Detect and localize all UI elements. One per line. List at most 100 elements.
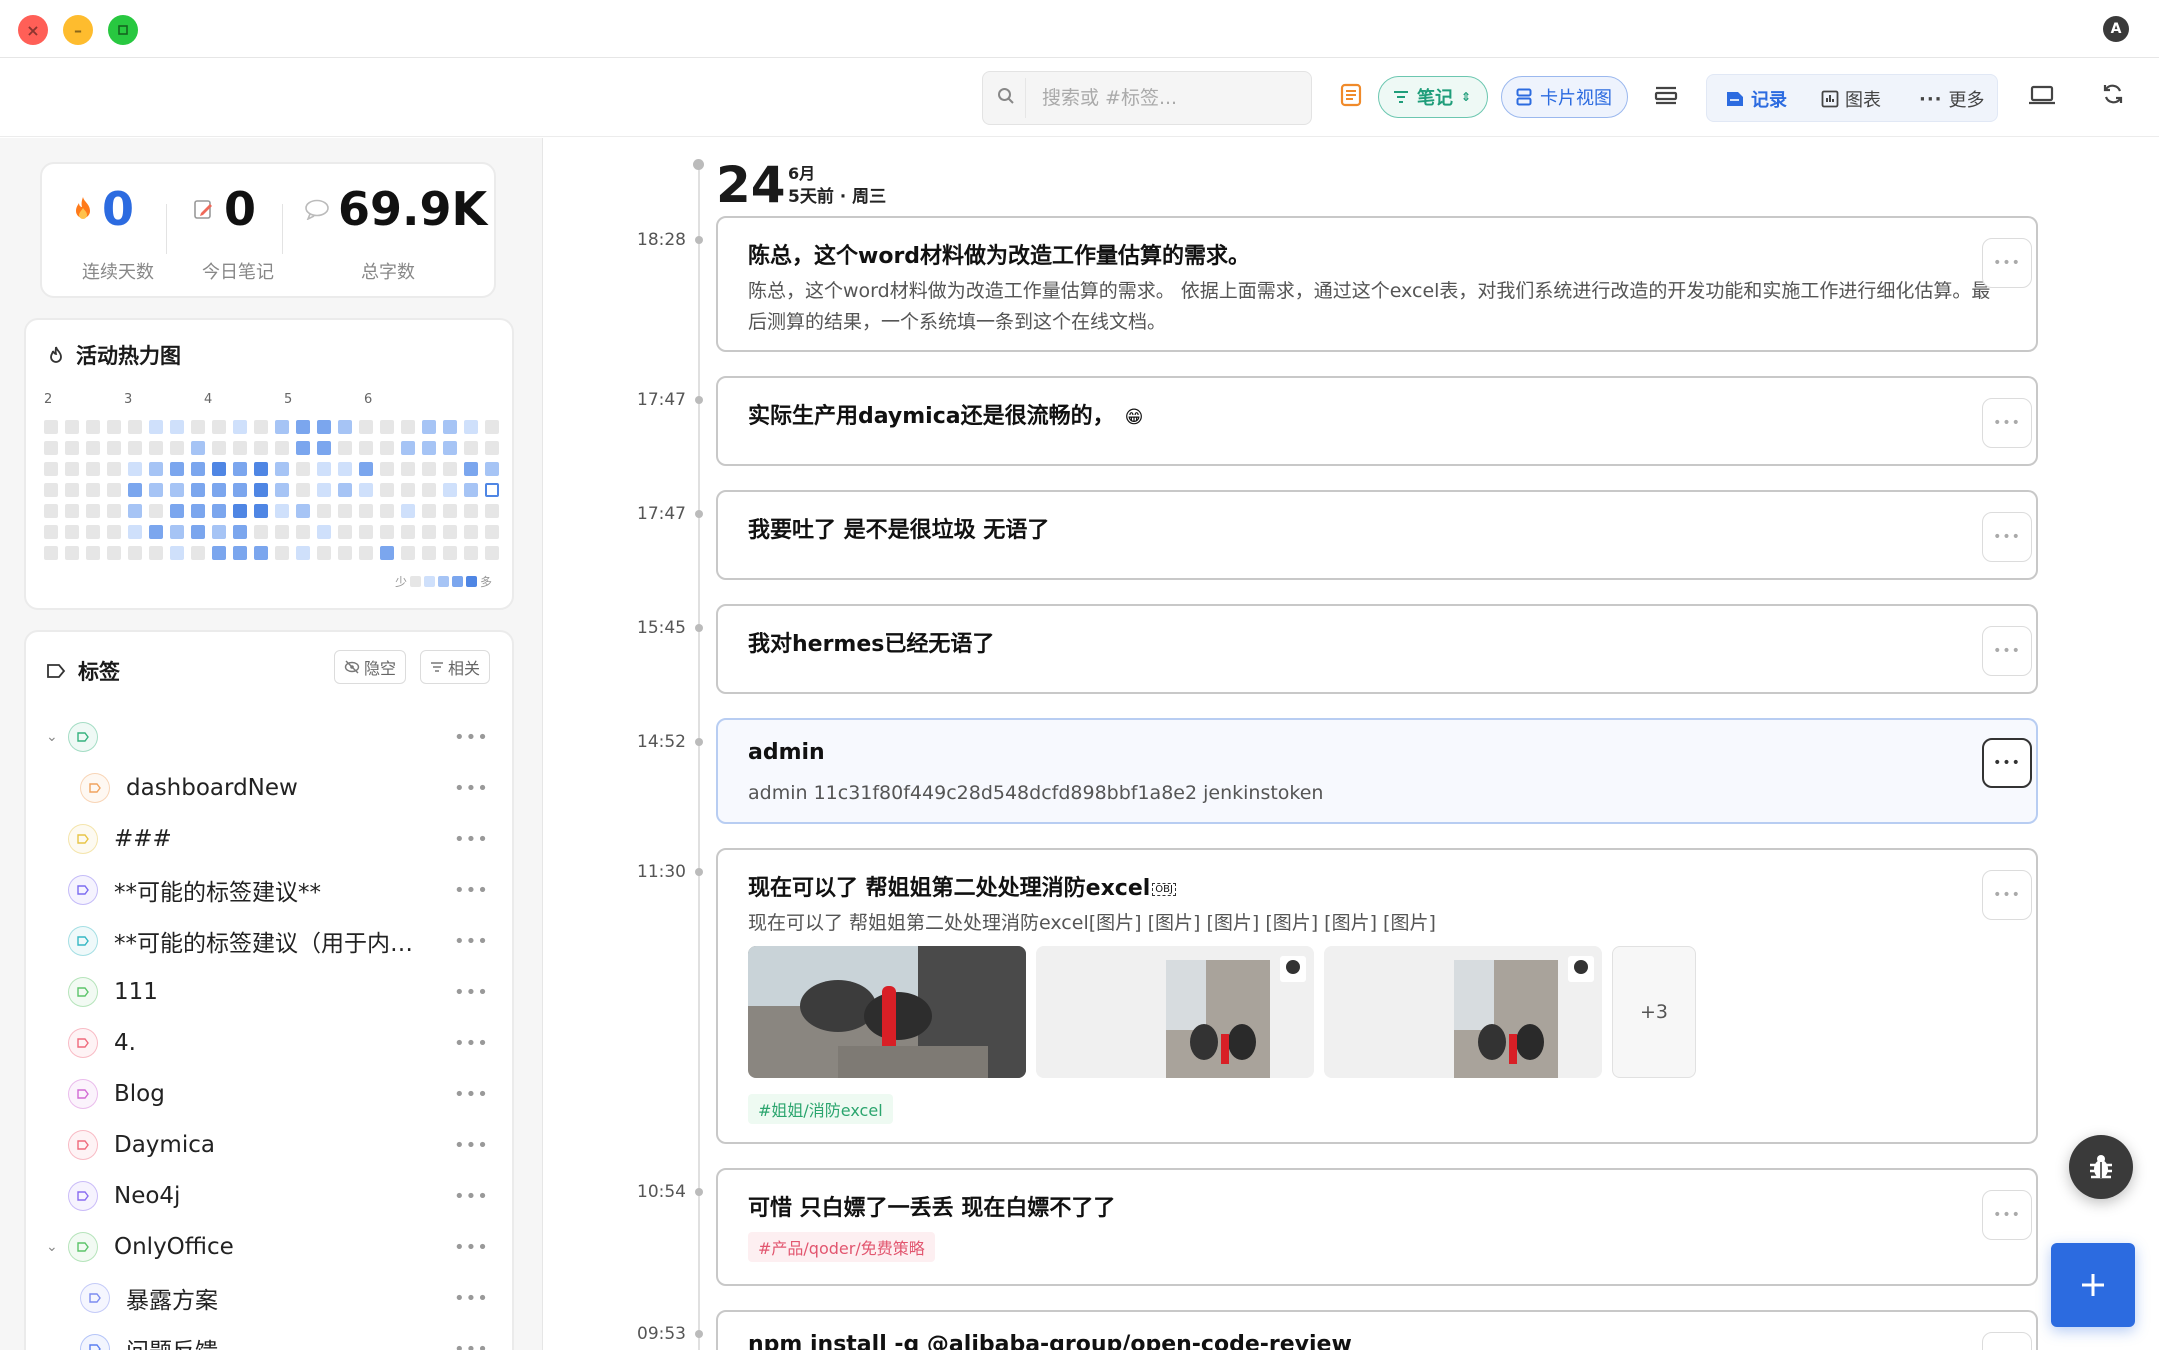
view-charts-tab[interactable]: 图表 [1821,75,1881,123]
heatmap-cell[interactable] [317,525,331,539]
note-more-button[interactable]: ••• [1982,870,2032,920]
heatmap-cell[interactable] [86,462,100,476]
heatmap-cell[interactable] [464,441,478,455]
heatmap-cell[interactable] [359,420,373,434]
heatmap-cell[interactable] [191,441,205,455]
heatmap-cell[interactable] [401,525,415,539]
tag-more-icon[interactable]: ••• [454,778,489,799]
tag-item[interactable]: **可能的标签建议** ••• [46,867,488,913]
heatmap-cell[interactable] [233,483,247,497]
heatmap-cell[interactable] [191,504,205,518]
note-more-button[interactable]: ••• [1982,1190,2032,1240]
tag-item[interactable]: 4. ••• [46,1020,488,1066]
heatmap-cell[interactable] [401,462,415,476]
note-more-button[interactable]: ••• [1982,626,2032,676]
minimize-window-button[interactable]: – [63,15,93,45]
note-card[interactable]: 现在可以了 帮姐姐第二处处理消防excel OBJ 现在可以了 帮姐姐第二处处理消防… [716,848,2038,1144]
heatmap-cell[interactable] [443,546,457,560]
tag-item[interactable]: **可能的标签建议（用于内… ••• [46,918,489,964]
heatmap-cell[interactable] [191,483,205,497]
heatmap-cell[interactable] [44,525,58,539]
heatmap-cell[interactable] [338,525,352,539]
heatmap-cell[interactable] [464,462,478,476]
heatmap-cell[interactable] [443,504,457,518]
note-card[interactable]: 可惜 只白嫖了一丢丢 现在白嫖不了了 #产品/qoder/免费策略 ••• [716,1168,2038,1286]
heatmap-cell[interactable] [443,441,457,455]
heatmap-cell[interactable] [443,462,457,476]
chevron-down-icon[interactable]: ⌄ [46,729,58,745]
heatmap-cell[interactable] [128,504,142,518]
heatmap-cell[interactable] [170,504,184,518]
heatmap-cell[interactable] [170,525,184,539]
heatmap-cell[interactable] [65,420,79,434]
tag-more-icon[interactable]: ••• [454,829,489,850]
view-more-tab[interactable]: ··· 更多 [1919,75,1985,123]
heatmap-cell[interactable] [44,483,58,497]
heatmap-cell[interactable] [212,546,226,560]
heatmap-cell[interactable] [359,504,373,518]
heatmap-cell[interactable] [44,504,58,518]
heatmap-cell[interactable] [464,525,478,539]
tag-item[interactable]: ### ••• [46,816,489,862]
heatmap-cell[interactable] [485,483,499,497]
heatmap-cell[interactable] [44,462,58,476]
heatmap-cell[interactable] [107,504,121,518]
heatmap-cell[interactable] [254,483,268,497]
note-card[interactable]: 陈总，这个word材料做为改造工作量估算的需求。 陈总，这个word材料做为改造工… [716,216,2038,352]
heatmap-cell[interactable] [317,546,331,560]
card-view-toggle[interactable]: 卡片视图 [1501,76,1628,118]
heatmap-cell[interactable] [170,441,184,455]
heatmap-cell[interactable] [86,420,100,434]
heatmap-cell[interactable] [317,462,331,476]
tag-item[interactable]: 暴露方案 ••• [56,1275,496,1321]
heatmap-cell[interactable] [44,441,58,455]
tag-item[interactable]: Daymica ••• [46,1122,488,1168]
tag-more-icon[interactable]: ••• [454,931,489,952]
heatmap-cell[interactable] [359,441,373,455]
related-filter-button[interactable]: 相关 [420,650,491,684]
heatmap-cell[interactable] [464,504,478,518]
heatmap-cell[interactable] [65,546,79,560]
heatmap-cell[interactable] [422,483,436,497]
heatmap-cell[interactable] [422,546,436,560]
heatmap-cell[interactable] [107,546,121,560]
heatmap-cell[interactable] [380,546,394,560]
heatmap-cell[interactable] [422,441,436,455]
heatmap-cell[interactable] [275,441,289,455]
heatmap-cell[interactable] [128,462,142,476]
heatmap-cell[interactable] [380,441,394,455]
heatmap-cell[interactable] [191,462,205,476]
search-box[interactable] [982,71,1312,125]
tag-more-icon[interactable]: ••• [454,982,489,1003]
heatmap-cell[interactable] [338,462,352,476]
heatmap-cell[interactable] [107,462,121,476]
heatmap-cell[interactable] [296,483,310,497]
tag-item[interactable]: ⌄ ••• [46,714,488,760]
compact-view-icon[interactable] [1654,83,1678,111]
heatmap-cell[interactable] [443,483,457,497]
heatmap-cell[interactable] [128,483,142,497]
note-filter-dropdown[interactable]: 笔记 ⇕ [1378,76,1488,118]
note-more-button[interactable]: ••• [1982,238,2032,288]
heatmap-cell[interactable] [275,525,289,539]
heatmap-cell[interactable] [149,525,163,539]
heatmap-cell[interactable] [485,525,499,539]
heatmap-cell[interactable] [317,420,331,434]
heatmap-cell[interactable] [65,504,79,518]
heatmap-cell[interactable] [380,483,394,497]
heatmap-cell[interactable] [401,546,415,560]
tag-item[interactable]: 111 ••• [46,969,489,1015]
heatmap-cell[interactable] [443,420,457,434]
heatmap-cell[interactable] [149,462,163,476]
heatmap-cell[interactable] [254,504,268,518]
heatmap-cell[interactable] [212,420,226,434]
heatmap-cell[interactable] [128,420,142,434]
note-more-button[interactable]: ••• [1982,398,2032,448]
note-tag[interactable]: #产品/qoder/免费策略 [748,1232,935,1262]
tag-more-icon[interactable]: ••• [454,1237,489,1258]
heatmap-cell[interactable] [233,441,247,455]
notebook-icon[interactable] [1340,83,1362,113]
view-records-tab[interactable]: 记录 [1725,75,1787,123]
heatmap-cell[interactable] [254,546,268,560]
heatmap-cell[interactable] [338,483,352,497]
